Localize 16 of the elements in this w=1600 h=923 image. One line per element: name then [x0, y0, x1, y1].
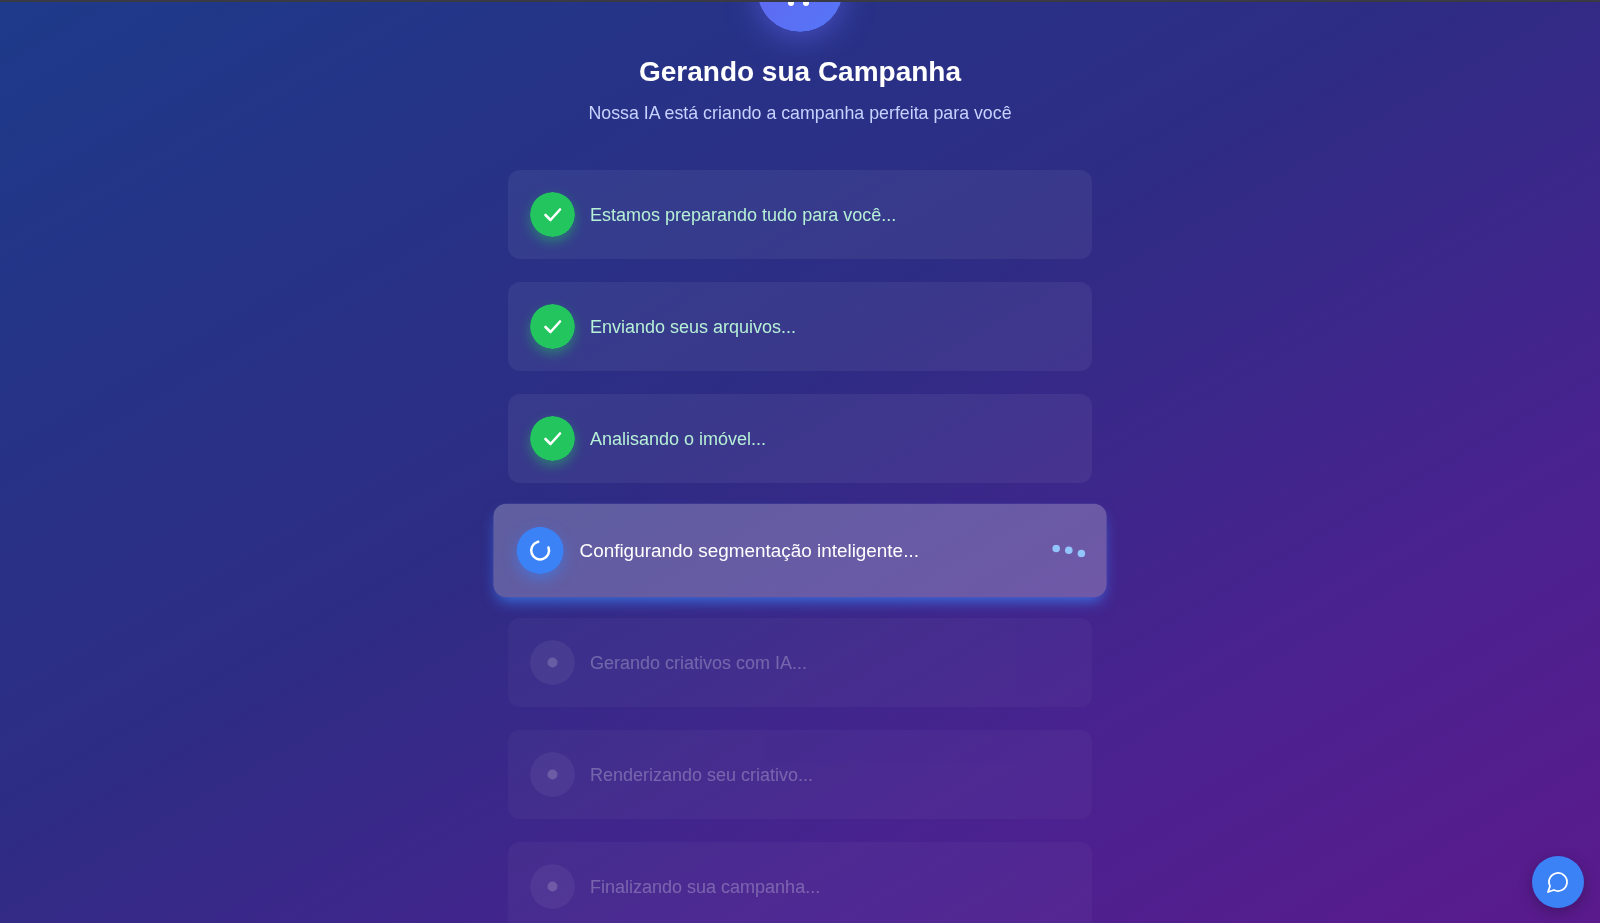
check-icon — [530, 192, 575, 237]
step-label: Enviando seus arquivos... — [590, 315, 797, 339]
check-icon — [530, 304, 575, 349]
page-title: Gerando sua Campanha — [638, 55, 962, 89]
step-label: Configurando segmentação inteligente... — [579, 539, 919, 563]
page-subtitle: Nossa IA está criando a campanha perfeita para você — [588, 102, 1012, 125]
speech-bubble-icon — [1546, 870, 1570, 894]
typing-dots-icon — [1052, 544, 1086, 557]
step-label: Estamos preparando tudo para você... — [590, 203, 897, 227]
dot-icon — [530, 864, 575, 909]
dot-icon — [530, 752, 575, 797]
check-icon — [530, 416, 575, 461]
step-label: Analisando o imóvel... — [590, 427, 767, 451]
chat-button[interactable] — [1532, 856, 1584, 908]
spinner-icon — [516, 526, 564, 575]
dot-icon — [530, 640, 575, 685]
